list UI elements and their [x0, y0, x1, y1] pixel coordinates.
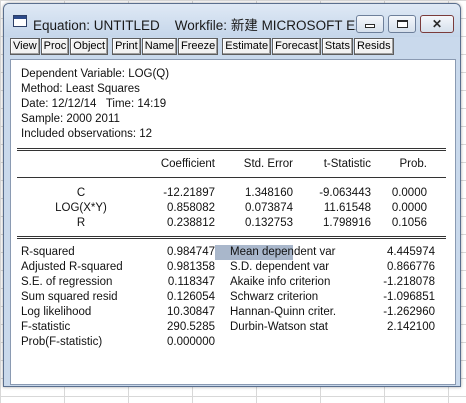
stat-label: Schwarz criterion — [230, 291, 319, 303]
coefficient-value: 0.238812 — [167, 217, 215, 229]
observations-line: Included observations: 12 — [21, 128, 153, 140]
col-std-error: Std. Error — [243, 158, 293, 170]
stat-value: 0.866776 — [387, 261, 435, 273]
stat-label: Sum squared resid — [21, 291, 118, 303]
maximize-icon — [396, 20, 408, 28]
stat-label: Akaike info criterion — [230, 276, 331, 288]
stat-label: R-squared — [21, 246, 75, 258]
stat-value: -1.262960 — [383, 306, 435, 318]
close-icon: ✕ — [431, 17, 443, 31]
title-bar[interactable]: Equation: UNTITLED Workfile: 新建 MICROSOF… — [4, 4, 460, 37]
method-line: Method: Least Squares — [21, 83, 140, 95]
stats-top-rule — [17, 236, 446, 239]
coefficient-value: 0.858082 — [167, 202, 215, 214]
close-button[interactable]: ✕ — [420, 15, 454, 33]
stat-value: 2.142100 — [387, 321, 435, 333]
equation-toolbar: View Proc Object Print Name Freeze Estim… — [10, 38, 456, 55]
header-rule — [17, 177, 446, 178]
stat-label: Adjusted R-squared — [21, 261, 123, 273]
coefficient-value: -12.21897 — [163, 187, 215, 199]
var-name: C — [76, 187, 86, 199]
var-name: LOG(X*Y) — [55, 202, 107, 214]
col-prob: Prob. — [399, 158, 428, 170]
prob-value: 0.0000 — [391, 202, 427, 214]
equation-window[interactable]: Equation: UNTITLED Workfile: 新建 MICROSOF… — [3, 3, 461, 387]
eviews-window-icon — [13, 15, 27, 27]
stat-value: -1.096851 — [383, 291, 435, 303]
sample-line: Sample: 2000 2011 — [21, 113, 120, 125]
dependent-variable: Dependent Variable: LOG(Q) — [21, 68, 170, 80]
estimate-button[interactable]: Estimate — [222, 38, 272, 55]
t-stat-value: 11.61548 — [323, 202, 371, 214]
estimation-output[interactable]: Dependent Variable: LOG(Q) Method: Least… — [10, 59, 456, 385]
stat-value: 0.984747 — [167, 246, 215, 258]
prob-value: 0.0000 — [391, 187, 427, 199]
stat-label: Hannan-Quinn criter. — [230, 306, 337, 318]
date-line: Date: 12/12/14 Time: 14:19 — [21, 98, 167, 110]
stat-value: 4.445974 — [387, 246, 435, 258]
forecast-button[interactable]: Forecast — [272, 38, 321, 55]
view-button[interactable]: View — [10, 38, 40, 55]
var-name: R — [76, 217, 86, 229]
prob-value: 0.1056 — [391, 217, 427, 229]
minimize-icon — [365, 24, 375, 28]
stat-value: 0.981358 — [167, 261, 215, 273]
resids-button[interactable]: Resids — [353, 38, 394, 55]
col-t-statistic: t-Statistic — [323, 158, 371, 170]
print-button[interactable]: Print — [112, 38, 141, 55]
stat-label: Mean dependent var — [230, 246, 336, 258]
freeze-button[interactable]: Freeze — [178, 38, 219, 55]
window-title: Equation: UNTITLED Workfile: 新建 MICROSOF… — [33, 18, 363, 33]
stat-label: Durbin-Watson stat — [230, 321, 328, 333]
table-top-rule — [17, 148, 446, 151]
stat-value: 10.30847 — [167, 306, 215, 318]
stat-label: S.D. dependent var — [230, 261, 330, 273]
stat-label: F-statistic — [21, 321, 71, 333]
stat-value: 0.118347 — [167, 276, 215, 288]
stat-value: 0.126054 — [167, 291, 215, 303]
minimize-button[interactable] — [356, 15, 384, 33]
std-error-value: 0.073874 — [245, 202, 293, 214]
t-stat-value: -9.063443 — [319, 187, 371, 199]
proc-button[interactable]: Proc — [40, 38, 70, 55]
stat-label: Prob(F-statistic) — [21, 336, 103, 348]
stat-value: 290.5285 — [167, 321, 215, 333]
t-stat-value: 1.798916 — [323, 217, 371, 229]
std-error-value: 1.348160 — [245, 187, 293, 199]
stat-label: S.E. of regression — [21, 276, 113, 288]
name-button[interactable]: Name — [141, 38, 178, 55]
stat-label: Log likelihood — [21, 306, 92, 318]
stat-value: -1.218078 — [383, 276, 435, 288]
object-button[interactable]: Object — [70, 38, 109, 55]
maximize-button[interactable] — [388, 15, 416, 33]
stats-button[interactable]: Stats — [321, 38, 353, 55]
stat-value: 0.000000 — [167, 336, 215, 348]
col-coefficient: Coefficient — [160, 158, 215, 170]
std-error-value: 0.132753 — [245, 217, 293, 229]
